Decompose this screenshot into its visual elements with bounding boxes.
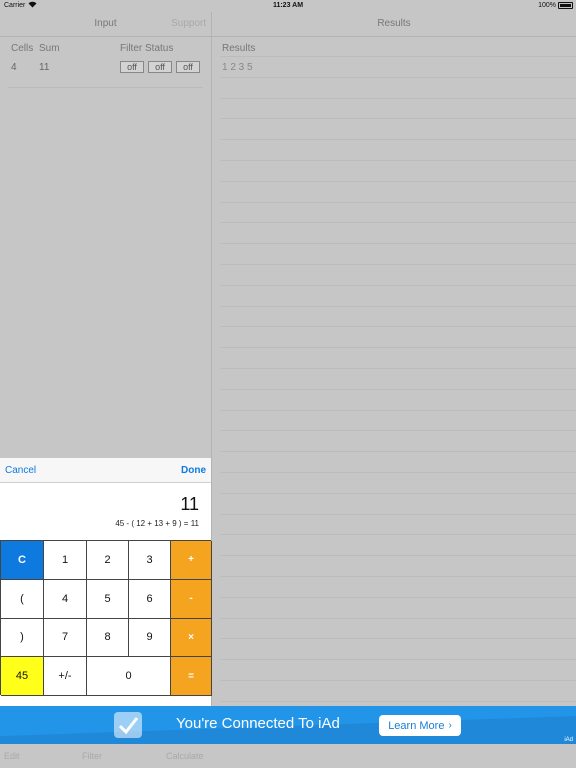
results-row-line — [220, 139, 576, 140]
results-row-line — [220, 181, 576, 182]
calculator-display: 11 — [180, 494, 199, 514]
key-9[interactable]: 9 — [129, 618, 171, 658]
key-close-paren[interactable]: ) — [1, 618, 44, 658]
key-0[interactable]: 0 — [87, 657, 171, 696]
ad-banner[interactable]: You're Connected To iAd Learn More › iAd — [0, 706, 576, 744]
calculator-keypad: C 1 2 3 + ( 4 5 6 - ) 7 8 9 × 45 +/- 0 = — [0, 540, 212, 696]
results-row-line — [220, 56, 576, 57]
results-row-line — [220, 306, 576, 307]
bottom-toolbar: Edit Filter Calculate — [0, 744, 576, 768]
results-row-line — [220, 389, 576, 390]
filter-toggle-3[interactable]: off — [176, 61, 200, 73]
edit-button[interactable]: Edit — [4, 751, 20, 761]
done-button[interactable]: Done — [181, 465, 206, 476]
cancel-button[interactable]: Cancel — [5, 465, 36, 476]
results-value: 1 2 3 5 — [222, 62, 253, 73]
results-row-line — [220, 368, 576, 369]
results-pane: Results Results 1 2 3 5 — [212, 12, 576, 706]
filter-toggle-2[interactable]: off — [148, 61, 172, 73]
column-header-filter-status: Filter Status — [120, 43, 174, 54]
results-row-line — [220, 659, 576, 660]
learn-more-button[interactable]: Learn More › — [379, 715, 461, 736]
calculator-toolbar: Cancel Done — [0, 458, 211, 483]
results-row-line — [220, 98, 576, 99]
status-bar: Carrier 11:23 AM 100% — [0, 0, 576, 12]
key-5[interactable]: 5 — [87, 579, 129, 619]
sum-value: 11 — [39, 62, 50, 73]
results-row-line — [220, 701, 576, 702]
results-header: Results — [222, 43, 256, 54]
results-row-line — [220, 118, 576, 119]
clock: 11:23 AM — [272, 2, 304, 9]
results-row-line — [220, 472, 576, 473]
cells-value: 4 — [11, 62, 17, 73]
results-row-line — [220, 618, 576, 619]
key-clear[interactable]: C — [1, 541, 44, 580]
calculator-expression: 45 - ( 12 + 13 + 9 ) = 11 — [115, 519, 199, 528]
results-row-line — [220, 576, 576, 577]
filter-toggle-1[interactable]: off — [120, 61, 144, 73]
key-plus[interactable]: + — [171, 541, 212, 580]
key-4[interactable]: 4 — [44, 579, 87, 619]
support-button[interactable]: Support — [171, 18, 206, 29]
key-8[interactable]: 8 — [87, 618, 129, 658]
key-3[interactable]: 3 — [129, 541, 171, 580]
key-7[interactable]: 7 — [44, 618, 87, 658]
results-row-line — [220, 202, 576, 203]
battery-icon — [558, 2, 573, 9]
results-row-line — [220, 410, 576, 411]
key-multiply[interactable]: × — [171, 618, 212, 658]
iad-badge: iAd — [564, 737, 573, 743]
results-row-line — [220, 555, 576, 556]
results-row-line — [220, 680, 576, 681]
key-6[interactable]: 6 — [129, 579, 171, 619]
key-1[interactable]: 1 — [44, 541, 87, 580]
table-row[interactable]: 4 11 off off off — [8, 58, 203, 88]
input-navbar: Input Support — [0, 12, 211, 37]
results-row-line — [220, 285, 576, 286]
key-sign-toggle[interactable]: +/- — [44, 657, 87, 696]
column-header-cells: Cells — [11, 43, 34, 54]
results-list[interactable] — [220, 56, 576, 706]
filter-button[interactable]: Filter — [82, 751, 102, 761]
results-row-line — [220, 347, 576, 348]
results-row-line — [220, 430, 576, 431]
results-row-line — [220, 222, 576, 223]
results-navbar: Results — [212, 12, 576, 37]
results-row-line — [220, 160, 576, 161]
battery-percentage: 100% — [538, 2, 556, 9]
calculator-sheet: Cancel Done 11 45 - ( 12 + 13 + 9 ) = 11… — [0, 458, 212, 706]
key-minus[interactable]: - — [171, 579, 212, 619]
key-2[interactable]: 2 — [87, 541, 129, 580]
results-row-line — [220, 493, 576, 494]
results-row-line — [220, 243, 576, 244]
results-row-line — [220, 264, 576, 265]
results-row-line — [220, 638, 576, 639]
checkmark-icon — [114, 712, 142, 738]
results-row-line — [220, 534, 576, 535]
key-open-paren[interactable]: ( — [1, 579, 44, 619]
results-row-line — [220, 451, 576, 452]
chevron-right-icon: › — [448, 720, 452, 731]
results-row-line — [220, 514, 576, 515]
learn-more-label: Learn More — [388, 719, 445, 732]
ad-headline: You're Connected To iAd — [176, 715, 340, 732]
key-total[interactable]: 45 — [1, 657, 44, 696]
results-row-line — [220, 326, 576, 327]
results-row-line — [220, 597, 576, 598]
key-equals[interactable]: = — [171, 657, 212, 696]
column-header-sum: Sum — [39, 43, 60, 54]
results-row-line — [220, 77, 576, 78]
results-title: Results — [377, 18, 411, 29]
calculate-button[interactable]: Calculate — [166, 751, 204, 761]
